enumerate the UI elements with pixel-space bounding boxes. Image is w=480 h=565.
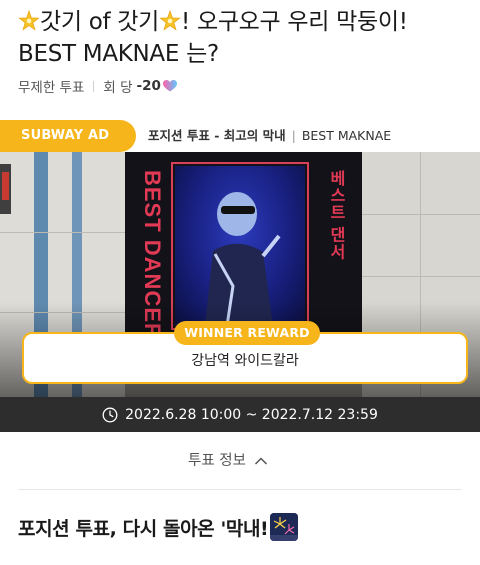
ad-caption: 포지션 투표 - 최고의 막내 | BEST MAKNAE <box>148 120 391 152</box>
ad-header: SUBWAY AD 포지션 투표 - 최고의 막내 | BEST MAKNAE <box>0 120 480 152</box>
vote-info-toggle[interactable]: 투표 정보 <box>188 446 268 472</box>
vote-meta: 무제한 투표 회 당 -20 <box>18 77 177 96</box>
vote-period: 2022.6.28 10:00 ~ 2022.7.12 23:59 <box>125 406 378 423</box>
clock-icon <box>102 407 118 423</box>
exit-sign <box>0 164 11 214</box>
per-vote-label: 회 당 <box>103 80 133 96</box>
subway-ad-badge: SUBWAY AD <box>0 120 136 152</box>
heart-icon <box>162 80 177 92</box>
vote-info-label: 투표 정보 <box>188 452 246 469</box>
ad-caption-tail: BEST MAKNAE <box>301 128 392 143</box>
subway-ad-card[interactable]: SUBWAY AD 포지션 투표 - 최고의 막내 | BEST MAKNAE BE… <box>0 120 480 432</box>
winner-reward-box: WINNER REWARD 강남역 와이드칼라 <box>22 321 468 384</box>
winner-reward-label: WINNER REWARD <box>174 321 320 345</box>
vote-title-part1: 갓기 of 갓기 <box>40 9 160 35</box>
section-heading-text: 포지션 투표, 다시 돌아온 '막내! <box>18 517 269 540</box>
vote-type: 무제한 투표 <box>18 80 85 96</box>
vote-title: 갓기 of 갓기 ! 오구오구 우리 막둥이! BEST MAKNAE 는? <box>18 6 468 70</box>
vote-period-bar: 2022.6.28 10:00 ~ 2022.7.12 23:59 <box>0 397 480 432</box>
chevron-up-icon <box>254 454 268 465</box>
ad-caption-title: 포지션 투표 - 최고의 막내 <box>148 128 286 143</box>
billboard-text-right: 베스트 댄서 <box>327 170 344 261</box>
ad-caption-separator: | <box>291 128 296 143</box>
sparkle-star-icon <box>159 10 181 32</box>
sparkle-star-icon <box>18 10 40 32</box>
fireworks-icon <box>270 513 299 541</box>
winner-reward-value: 강남역 와이드칼라 <box>191 353 299 369</box>
meta-divider <box>93 80 95 92</box>
per-vote-cost: -20 <box>136 78 161 94</box>
section-heading: 포지션 투표, 다시 돌아온 '막내! <box>18 513 299 541</box>
section-divider <box>18 489 462 490</box>
